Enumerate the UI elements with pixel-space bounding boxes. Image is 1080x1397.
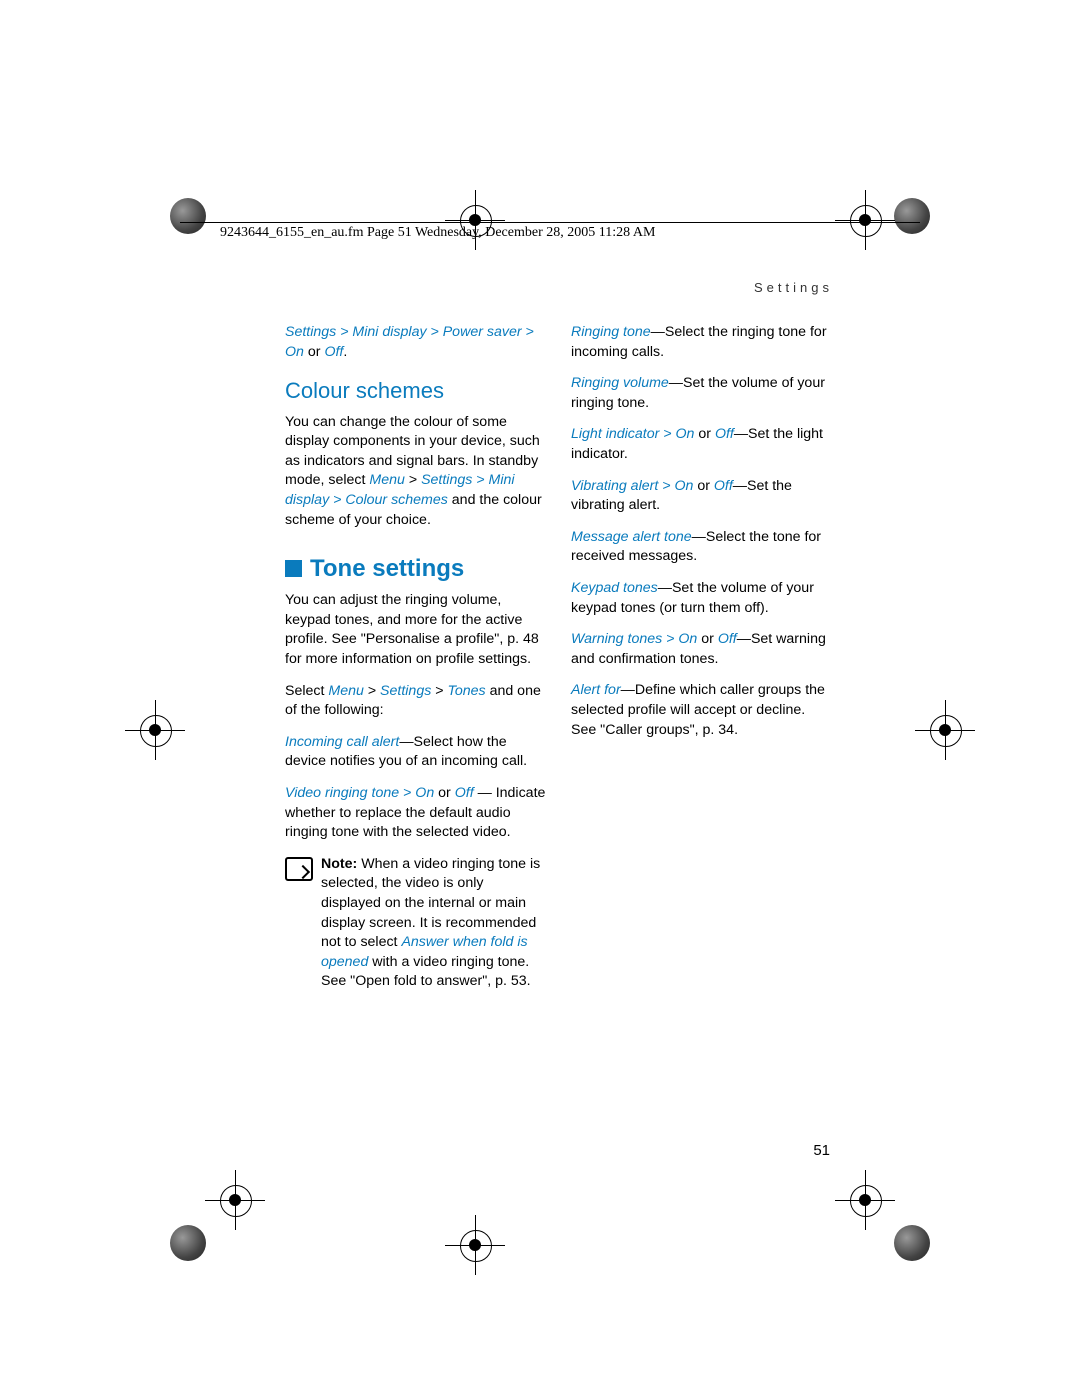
crop-target <box>845 1180 885 1220</box>
crop-target <box>925 710 965 750</box>
crop-ornament <box>894 1225 930 1261</box>
crop-target <box>215 1180 255 1220</box>
note-icon <box>285 857 313 881</box>
heading-tone-settings: Tone settings <box>285 552 547 585</box>
crop-target <box>455 1225 495 1265</box>
section-square-icon <box>285 560 302 577</box>
ringing-tone: Ringing tone—Select the ringing tone for… <box>571 323 833 362</box>
crop-ornament <box>170 198 206 234</box>
tone-desc: You can adjust the ringing volume, keypa… <box>285 591 547 669</box>
crop-target <box>135 710 175 750</box>
header-meta: 9243644_6155_en_au.fm Page 51 Wednesday,… <box>220 225 880 241</box>
heading-colour-schemes: Colour schemes <box>285 376 547 406</box>
video-ringing-tone: Video ringing tone > On or Off — Indicat… <box>285 784 547 843</box>
page-number: 51 <box>813 1142 830 1159</box>
note-text: Note: When a video ringing tone is selec… <box>321 855 547 992</box>
message-alert-tone: Message alert tone—Select the tone for r… <box>571 528 833 567</box>
note-block: Note: When a video ringing tone is selec… <box>285 855 547 992</box>
header-rule <box>180 222 920 223</box>
vibrating-alert: Vibrating alert > On or Off—Set the vibr… <box>571 477 833 516</box>
ringing-volume: Ringing volume—Set the volume of your ri… <box>571 374 833 413</box>
keypad-tones: Keypad tones—Set the volume of your keyp… <box>571 579 833 618</box>
left-column: Settings > Mini display > Power saver > … <box>285 323 547 1004</box>
warning-tones: Warning tones > On or Off—Set warning an… <box>571 630 833 669</box>
right-column: Ringing tone—Select the ringing tone for… <box>571 323 833 1004</box>
running-head: Settings <box>285 280 833 295</box>
alert-for: Alert for—Define which caller groups the… <box>571 681 833 740</box>
light-indicator: Light indicator > On or Off—Set the ligh… <box>571 425 833 464</box>
incoming-call-alert: Incoming call alert—Select how the devic… <box>285 733 547 772</box>
crop-ornament <box>170 1225 206 1261</box>
power-saver-path: Settings > Mini display > Power saver > … <box>285 323 547 362</box>
crop-ornament <box>894 198 930 234</box>
tone-select: Select Menu > Settings > Tones and one o… <box>285 682 547 721</box>
colour-schemes-desc: You can change the colour of some displa… <box>285 413 547 531</box>
